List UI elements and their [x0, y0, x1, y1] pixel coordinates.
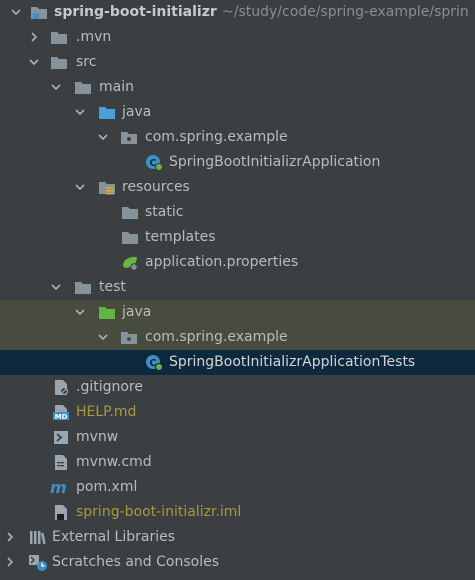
tree-label-pom: pom.xml [76, 479, 138, 495]
tree-row-package-test[interactable]: com.spring.example [0, 325, 475, 350]
tree-label-iml: spring-boot-initializr.iml [76, 504, 242, 520]
scratches-icon [28, 554, 47, 571]
tree-label-scratches: Scratches and Consoles [52, 554, 219, 570]
svg-text:MD: MD [55, 413, 68, 421]
maven-icon: m [50, 479, 68, 496]
svg-text:m: m [50, 479, 67, 496]
tree-label-app-properties: application.properties [145, 254, 299, 270]
tree-label-app-class: SpringBootInitializrApplication [169, 154, 381, 170]
tree-row-src[interactable]: src [0, 50, 475, 75]
chevron-down-icon[interactable] [28, 56, 40, 68]
tree-label-mvnw: mvnw [76, 429, 119, 445]
tree-row-static[interactable]: static [0, 200, 475, 225]
markdown-file-icon: MD [52, 404, 70, 421]
spring-class-icon: C [145, 154, 163, 171]
folder-icon [121, 229, 139, 246]
chevron-down-icon[interactable] [97, 331, 109, 343]
tree-label-src: src [76, 54, 97, 70]
package-icon [120, 329, 138, 346]
chevron-down-icon[interactable] [10, 6, 22, 18]
folder-icon [74, 79, 92, 96]
chevron-right-icon[interactable] [28, 31, 40, 43]
chevron-down-icon[interactable] [50, 81, 62, 93]
source-root-folder-icon [98, 104, 116, 121]
tree-row-templates[interactable]: templates [0, 225, 475, 250]
tree-row-iml[interactable]: spring-boot-initializr.iml [0, 500, 475, 525]
tree-label-mvnw-cmd: mvnw.cmd [76, 454, 152, 470]
tree-row-test[interactable]: test [0, 275, 475, 300]
tree-row-pom[interactable]: m pom.xml [0, 475, 475, 500]
chevron-down-icon[interactable] [74, 106, 86, 118]
chevron-down-icon[interactable] [74, 181, 86, 193]
tree-row-app-properties[interactable]: application.properties [0, 250, 475, 275]
module-file-icon [52, 504, 70, 521]
tree-label-package-main: com.spring.example [145, 129, 288, 145]
project-path: ~/study/code/spring-example/sprin [222, 4, 469, 20]
chevron-right-icon[interactable] [4, 556, 16, 568]
chevron-down-icon[interactable] [97, 131, 109, 143]
tree-label-templates: templates [145, 229, 216, 245]
project-name: spring-boot-initializr [54, 4, 217, 20]
tree-label-resources: resources [122, 179, 190, 195]
folder-icon [50, 54, 68, 71]
tree-row-package-main[interactable]: com.spring.example [0, 125, 475, 150]
tree-row-external-libraries[interactable]: External Libraries [0, 525, 475, 550]
tree-label-help-md: HELP.md [76, 404, 137, 420]
folder-icon [121, 204, 139, 221]
tree-row-resources[interactable]: resources [0, 175, 475, 200]
tree-label-test-class: SpringBootInitializrApplicationTests [169, 354, 416, 370]
shell-script-icon [52, 429, 70, 446]
tree-row-root[interactable]: spring-boot-initializr ~/study/code/spri… [0, 0, 475, 25]
tree-label-main: main [99, 79, 134, 95]
libraries-icon [28, 529, 46, 546]
text-file-icon [52, 454, 70, 471]
tree-label-mvn: .mvn [76, 29, 112, 45]
spring-class-icon: C [145, 354, 163, 371]
tree-label-java-main: java [122, 104, 152, 120]
text-file-icon [52, 379, 70, 396]
chevron-down-icon[interactable] [50, 281, 62, 293]
tree-label-test: test [99, 279, 126, 295]
tree-label-external-libraries: External Libraries [52, 529, 175, 545]
resources-root-folder-icon [98, 179, 116, 196]
folder-icon [74, 279, 92, 296]
tree-row-scratches[interactable]: Scratches and Consoles [0, 550, 475, 575]
package-icon [120, 129, 138, 146]
tree-row-mvnw[interactable]: mvnw [0, 425, 475, 450]
project-module-icon [30, 4, 48, 21]
tree-row-mvn[interactable]: .mvn [0, 25, 475, 50]
tree-row-help-md[interactable]: MD HELP.md [0, 400, 475, 425]
folder-icon [50, 29, 68, 46]
tree-row-gitignore[interactable]: .gitignore [0, 375, 475, 400]
tree-row-mvnw-cmd[interactable]: mvnw.cmd [0, 450, 475, 475]
tree-label-gitignore: .gitignore [76, 379, 143, 395]
test-root-folder-icon [98, 304, 116, 321]
tree-label-java-test: java [122, 304, 152, 320]
tree-row-app-class[interactable]: C SpringBootInitializrApplication [0, 150, 475, 175]
tree-label-package-test: com.spring.example [145, 329, 288, 345]
chevron-down-icon[interactable] [74, 306, 86, 318]
tree-row-java-main[interactable]: java [0, 100, 475, 125]
chevron-right-icon[interactable] [4, 531, 16, 543]
spring-properties-icon [121, 254, 139, 271]
tree-row-test-class[interactable]: C SpringBootInitializrApplicationTests [0, 350, 475, 375]
tree-label-static: static [145, 204, 184, 220]
tree-row-main[interactable]: main [0, 75, 475, 100]
tree-row-java-test[interactable]: java [0, 300, 475, 325]
project-tree: spring-boot-initializr ~/study/code/spri… [0, 0, 475, 580]
